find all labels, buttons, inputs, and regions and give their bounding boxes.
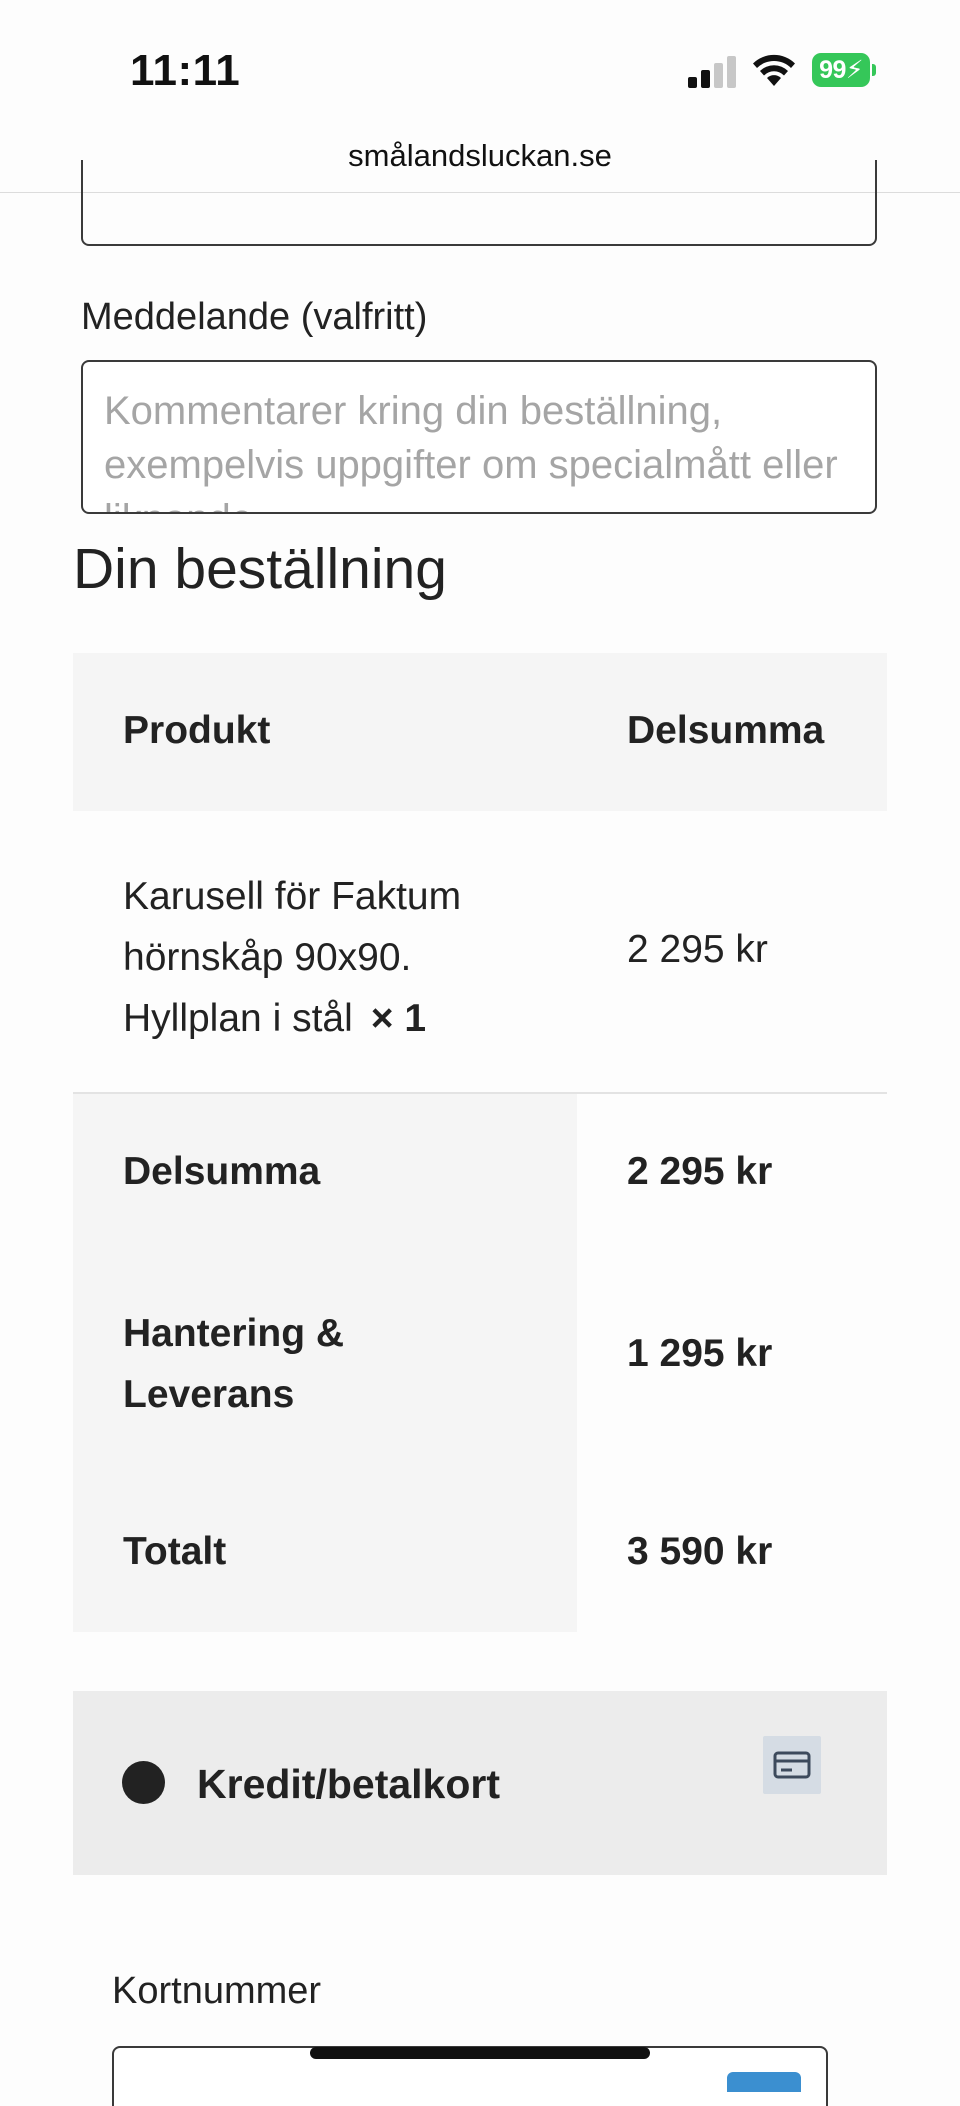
product-price: 2 295 kr xyxy=(627,928,768,971)
battery-level: 99 ⚡︎ xyxy=(812,53,870,87)
status-time: 11:11 xyxy=(130,46,241,95)
product-name: Karusell för Faktum hörnskåp 90x90. Hyll… xyxy=(123,866,483,1049)
column-header-subtotal: Delsumma xyxy=(627,709,825,752)
card-brand-badge xyxy=(727,2072,801,2092)
payment-method-label[interactable]: Kredit/betalkort xyxy=(197,1761,500,1808)
shipping-label: Hantering & Leverans xyxy=(123,1312,345,1416)
message-placeholder: Kommentarer kring din beställning, exemp… xyxy=(104,389,838,512)
total-label: Totalt xyxy=(123,1530,227,1573)
product-quantity: × 1 xyxy=(370,997,427,1040)
home-indicator[interactable] xyxy=(310,2047,650,2059)
bolt-icon: ⚡︎ xyxy=(845,56,864,84)
card-number-label: Kortnummer xyxy=(112,1970,322,2012)
signal-icon xyxy=(688,56,736,88)
total-value: 3 590 kr xyxy=(627,1530,773,1573)
wifi-icon xyxy=(753,54,795,86)
order-title: Din beställning xyxy=(73,537,447,601)
credit-card-icon xyxy=(763,1736,821,1794)
battery-tip xyxy=(872,64,876,76)
subtotal-value: 2 295 kr xyxy=(627,1150,773,1193)
message-label: Meddelande (valfritt) xyxy=(81,296,428,338)
shipping-value: 1 295 kr xyxy=(627,1332,773,1375)
payment-radio-selected[interactable] xyxy=(122,1761,165,1804)
battery-charging-icon: 99 ⚡︎ xyxy=(812,53,878,89)
column-header-product: Produkt xyxy=(123,709,271,752)
previous-input-field[interactable] xyxy=(81,160,877,246)
subtotal-label: Delsumma xyxy=(123,1150,321,1193)
message-textarea[interactable]: Kommentarer kring din beställning, exemp… xyxy=(81,360,877,514)
